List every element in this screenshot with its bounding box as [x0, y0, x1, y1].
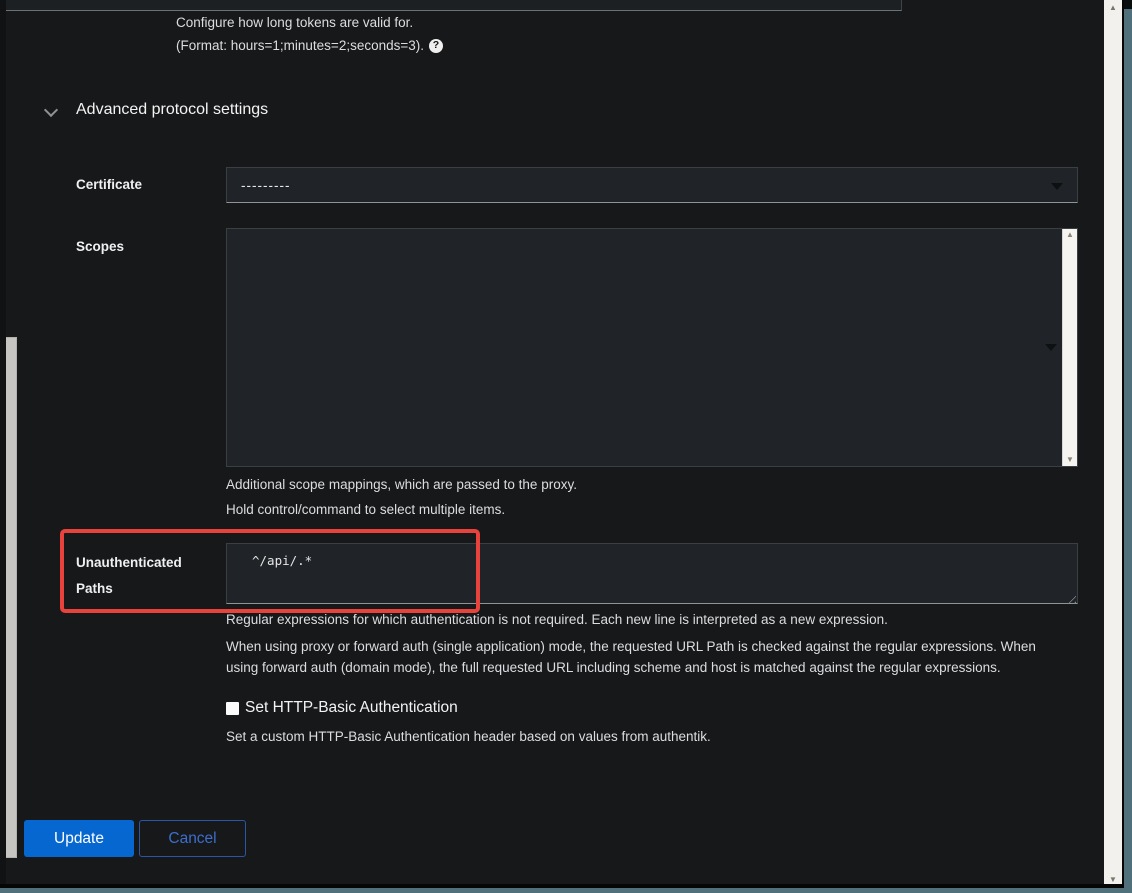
http-basic-auth-help: Set a custom HTTP-Basic Authentication h… — [226, 729, 711, 745]
token-validity-input-partial[interactable] — [0, 0, 902, 11]
unauthenticated-paths-label: Unauthenticated Paths — [76, 550, 206, 602]
window-corner-top-right — [1124, 0, 1132, 9]
certificate-selected-value: --------- — [241, 178, 290, 193]
window-edge-left — [0, 0, 6, 893]
caret-down-icon — [1045, 344, 1057, 351]
page-scrollbar-track[interactable]: ▲ ▼ — [1104, 0, 1122, 886]
window-edge-bottom — [0, 888, 1132, 893]
scopes-scrollbar[interactable]: ▲ ▼ — [1062, 229, 1077, 466]
scopes-help-line1: Additional scope mappings, which are pas… — [226, 477, 577, 493]
window-edge-right — [1124, 0, 1132, 893]
scopes-multiselect[interactable]: ▲ ▼ — [226, 228, 1078, 467]
update-button[interactable]: Update — [24, 820, 134, 857]
paths-help-line2: When using proxy or forward auth (single… — [226, 636, 1068, 678]
unauthenticated-paths-textarea[interactable]: ^/api/.* — [226, 543, 1078, 604]
token-validity-help-line2: (Format: hours=1;minutes=2;seconds=3). — [176, 38, 424, 53]
certificate-select[interactable]: --------- — [226, 167, 1078, 203]
scroll-up-icon[interactable]: ▲ — [1066, 229, 1074, 241]
token-validity-help-line1: Configure how long tokens are valid for. — [176, 15, 413, 31]
caret-down-icon — [1051, 183, 1063, 190]
token-validity-help-line2-row: (Format: hours=1;minutes=2;seconds=3). ? — [176, 38, 443, 53]
http-basic-auth-label[interactable]: Set HTTP-Basic Authentication — [245, 699, 458, 717]
http-basic-auth-checkbox[interactable] — [226, 702, 239, 715]
scroll-up-icon[interactable]: ▲ — [1104, 0, 1122, 14]
question-help-icon[interactable]: ? — [429, 39, 443, 53]
section-title[interactable]: Advanced protocol settings — [76, 101, 268, 119]
paths-help-line1: Regular expressions for which authentica… — [226, 612, 888, 628]
cancel-button[interactable]: Cancel — [139, 820, 246, 857]
certificate-label: Certificate — [76, 177, 142, 193]
scroll-down-icon[interactable]: ▼ — [1066, 454, 1074, 466]
scopes-label: Scopes — [76, 239, 124, 255]
chevron-down-icon[interactable] — [44, 103, 58, 117]
scopes-help-line2: Hold control/command to select multiple … — [226, 502, 505, 518]
